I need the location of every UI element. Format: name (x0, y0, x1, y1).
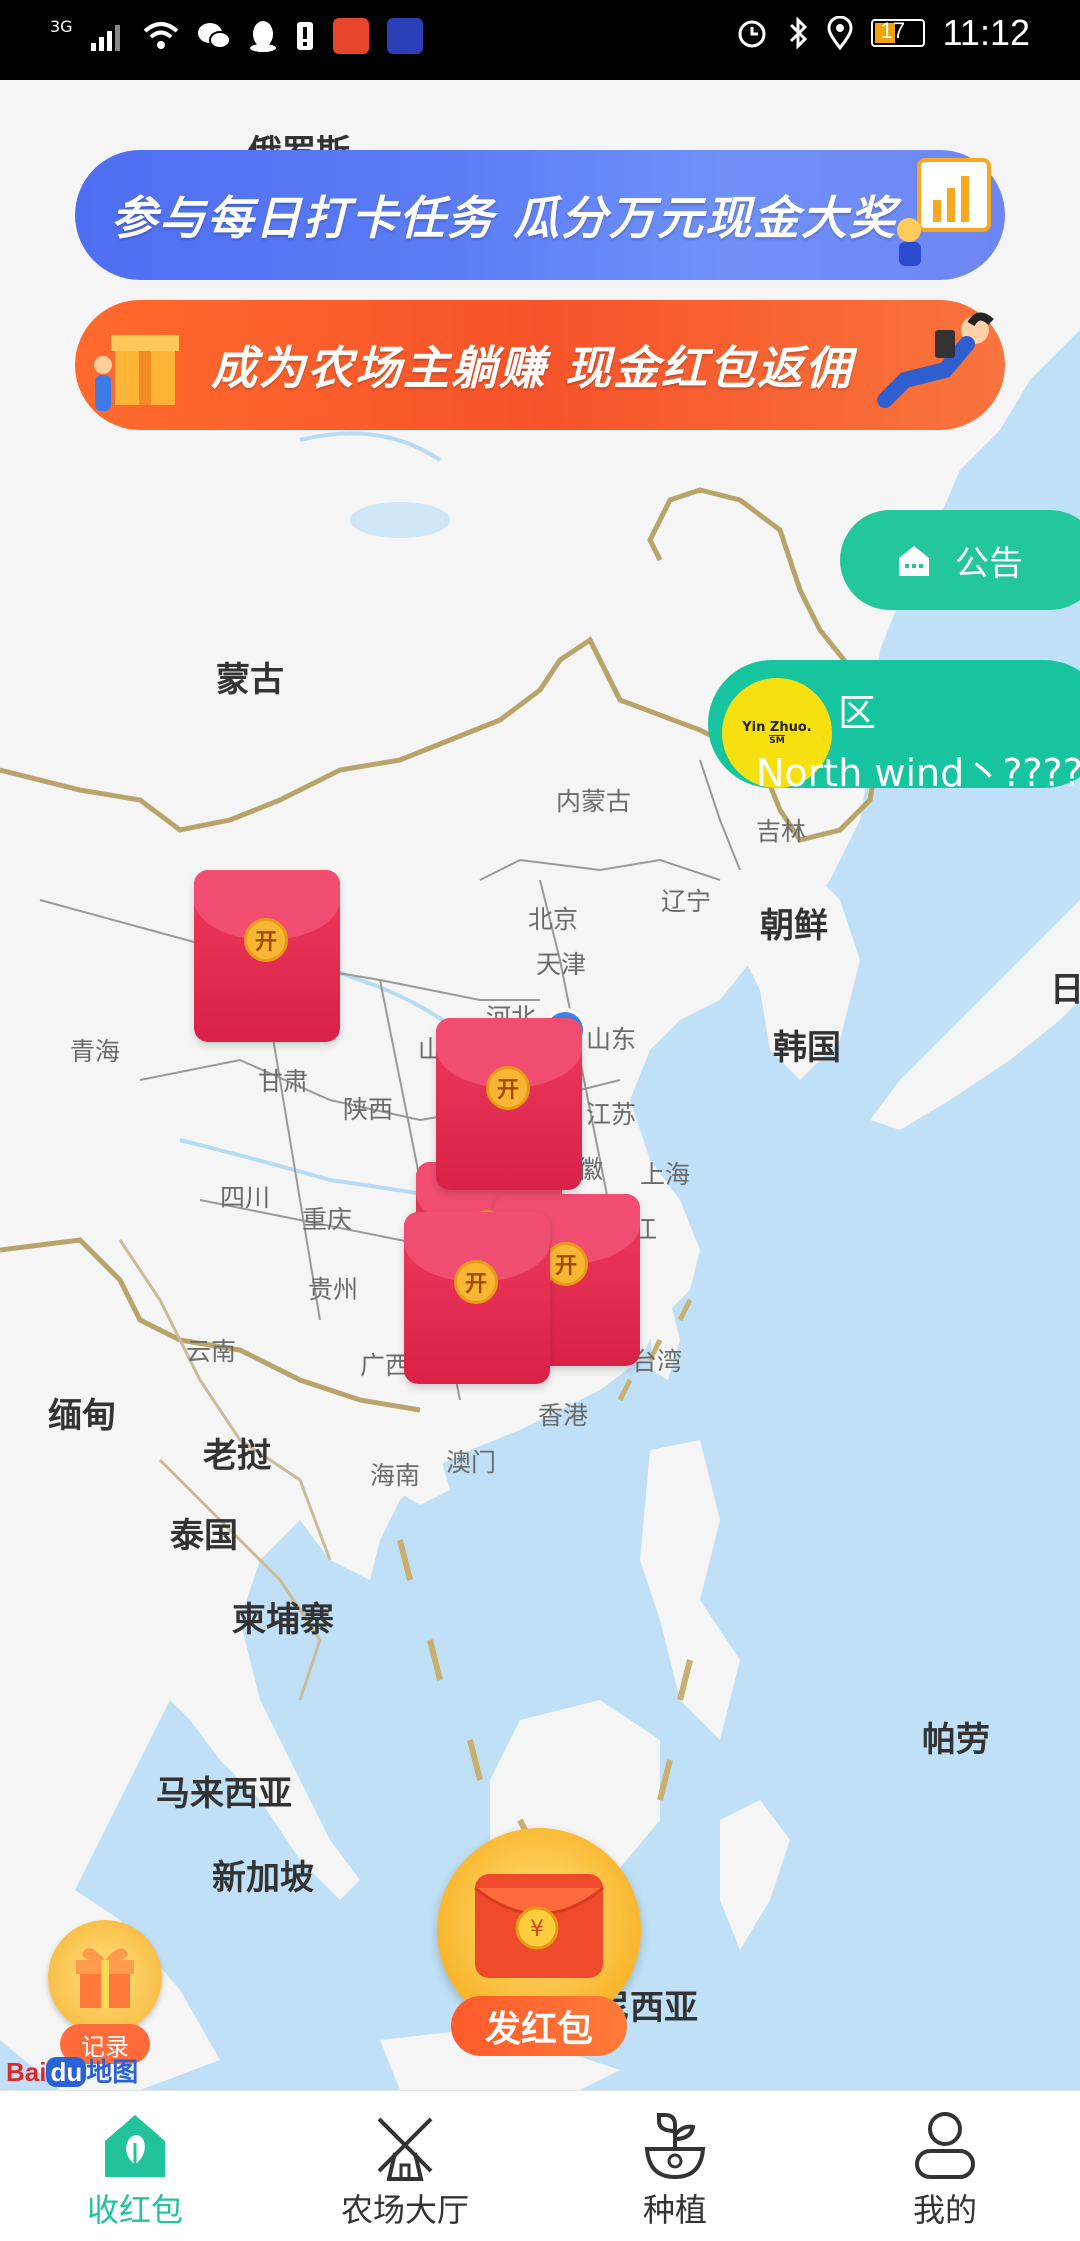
map-label-guizhou: 贵州 (308, 1275, 359, 1304)
chart-board-icon (897, 158, 991, 266)
avatar-text: Yin Zhuo. (742, 720, 812, 735)
map-label-guangxi: 广西 (360, 1351, 411, 1380)
map-label-qinghai: 青海 (70, 1037, 121, 1066)
tab-receive-red-packet[interactable]: 收红包 (0, 2091, 270, 2241)
user-name: North wind丶???? (756, 751, 1080, 795)
home-leaf-icon (105, 2115, 165, 2177)
qq-icon (249, 21, 276, 52)
map-label-shanghai: 上海 (640, 1160, 691, 1189)
tab-farm-hall[interactable]: 农场大厅 (270, 2091, 540, 2241)
map-label-singapore: 新加坡 (212, 1858, 314, 1898)
map-label-yunnan: 云南 (186, 1337, 237, 1366)
map-label-beijing: 北京 (528, 905, 579, 934)
send-red-packet-button[interactable]: ¥ 发红包 (437, 1828, 641, 2060)
tab-label: 我的 (912, 2191, 977, 2229)
wifi-icon (143, 22, 178, 49)
envelope-open-badge: 开 (454, 1260, 498, 1304)
network-type: 3G (50, 16, 73, 36)
signal-icon (90, 25, 120, 51)
tab-label: 农场大厅 (340, 2191, 469, 2229)
map-label-japan: 日 (1050, 970, 1080, 1010)
region-label: 区 (838, 691, 877, 735)
tab-label: 种植 (642, 2191, 707, 2229)
farm-owner-text: 成为农场主躺赚 现金红包返佣 (211, 341, 854, 395)
map-label-mongolia: 蒙古 (216, 660, 284, 700)
daily-checkin-text: 参与每日打卡任务 瓜分万元现金大奖 (111, 191, 898, 245)
map-label-chongqing: 重庆 (302, 1205, 353, 1234)
map-label-shandong: 山东 (586, 1025, 637, 1054)
map-label-myanmar: 缅甸 (48, 1396, 116, 1436)
envelope-open-badge: 开 (544, 1242, 588, 1286)
map-label-liaoning: 辽宁 (661, 887, 712, 916)
map-label-macau: 澳门 (446, 1448, 497, 1477)
send-red-packet-label: 发红包 (451, 1996, 627, 2056)
relaxing-person-icon (877, 312, 994, 408)
map-label-shaanxi: 陕西 (343, 1095, 394, 1124)
map-label-south-korea: 韩国 (773, 1028, 841, 1068)
baidu-map-logo: Bai du 地图 (6, 2057, 139, 2087)
map-label-malaysia: 马来西亚 (156, 1774, 292, 1814)
app-icon-1 (332, 18, 369, 54)
windmill-icon (377, 2117, 433, 2181)
tab-planting[interactable]: 种植 (540, 2091, 810, 2241)
clock: 11:12 (942, 12, 1030, 53)
bottom-tab-bar: 收红包 农场大厅 种植 我的 (0, 2090, 1080, 2241)
farm-owner-banner[interactable]: 成为农场主躺赚 现金红包返佣 (75, 300, 1005, 430)
map-label-inner-mongolia: 内蒙古 (556, 787, 632, 816)
map-label-palau: 帕劳 (922, 1720, 990, 1760)
red-envelope-marker[interactable]: 开 (404, 1212, 550, 1384)
bluetooth-icon (789, 16, 807, 50)
alarm-icon (738, 20, 766, 48)
map-label-thailand: 泰国 (170, 1516, 238, 1556)
envelope-open-badge: 开 (486, 1066, 530, 1110)
map-label-gansu: 甘肃 (258, 1067, 309, 1096)
map-label-laos: 老挝 (203, 1436, 271, 1476)
user-icon (915, 2112, 975, 2179)
notice-label: 公告 (955, 543, 1023, 584)
map-label-cambodia: 柬埔寨 (232, 1600, 334, 1640)
red-envelope-marker[interactable]: 开 (194, 870, 340, 1042)
daily-checkin-banner[interactable]: 参与每日打卡任务 瓜分万元现金大奖 (75, 150, 1005, 280)
map-label-tianjin: 天津 (536, 950, 587, 979)
gift-box-icon (94, 335, 179, 411)
battery-icon: 17 (870, 18, 925, 47)
gift-icon (76, 1948, 134, 2008)
house-icon (899, 546, 929, 576)
battery-level: 17 (880, 18, 906, 43)
sprout-pot-icon (644, 2113, 706, 2180)
record-button[interactable]: 记录 (48, 1920, 166, 2064)
region-user-panel[interactable]: Yin Zhuo. SM 区 North wind丶???? (708, 660, 1080, 795)
svg-text:¥: ¥ (530, 1917, 544, 1942)
map-label-hainan: 海南 (370, 1461, 421, 1490)
map-label-north-korea: 朝鲜 (760, 906, 828, 946)
wechat-icon (197, 23, 231, 49)
location-icon (827, 16, 853, 50)
tab-mine[interactable]: 我的 (810, 2091, 1080, 2241)
map-label-jiangsu: 江苏 (586, 1100, 637, 1129)
envelope-open-badge: 开 (244, 918, 288, 962)
status-bar: 3G 17 11:12 (0, 0, 1080, 80)
map-label-hongkong: 香港 (538, 1401, 589, 1430)
red-envelope-marker[interactable]: 开 (436, 1018, 582, 1190)
app-icon-2 (386, 18, 423, 54)
notice-button[interactable]: 公告 (840, 510, 1080, 610)
tab-label: 收红包 (86, 2191, 183, 2229)
map-label-sichuan: 四川 (220, 1183, 271, 1212)
map-label-jilin: 吉林 (756, 817, 807, 846)
alert-icon (296, 22, 313, 50)
